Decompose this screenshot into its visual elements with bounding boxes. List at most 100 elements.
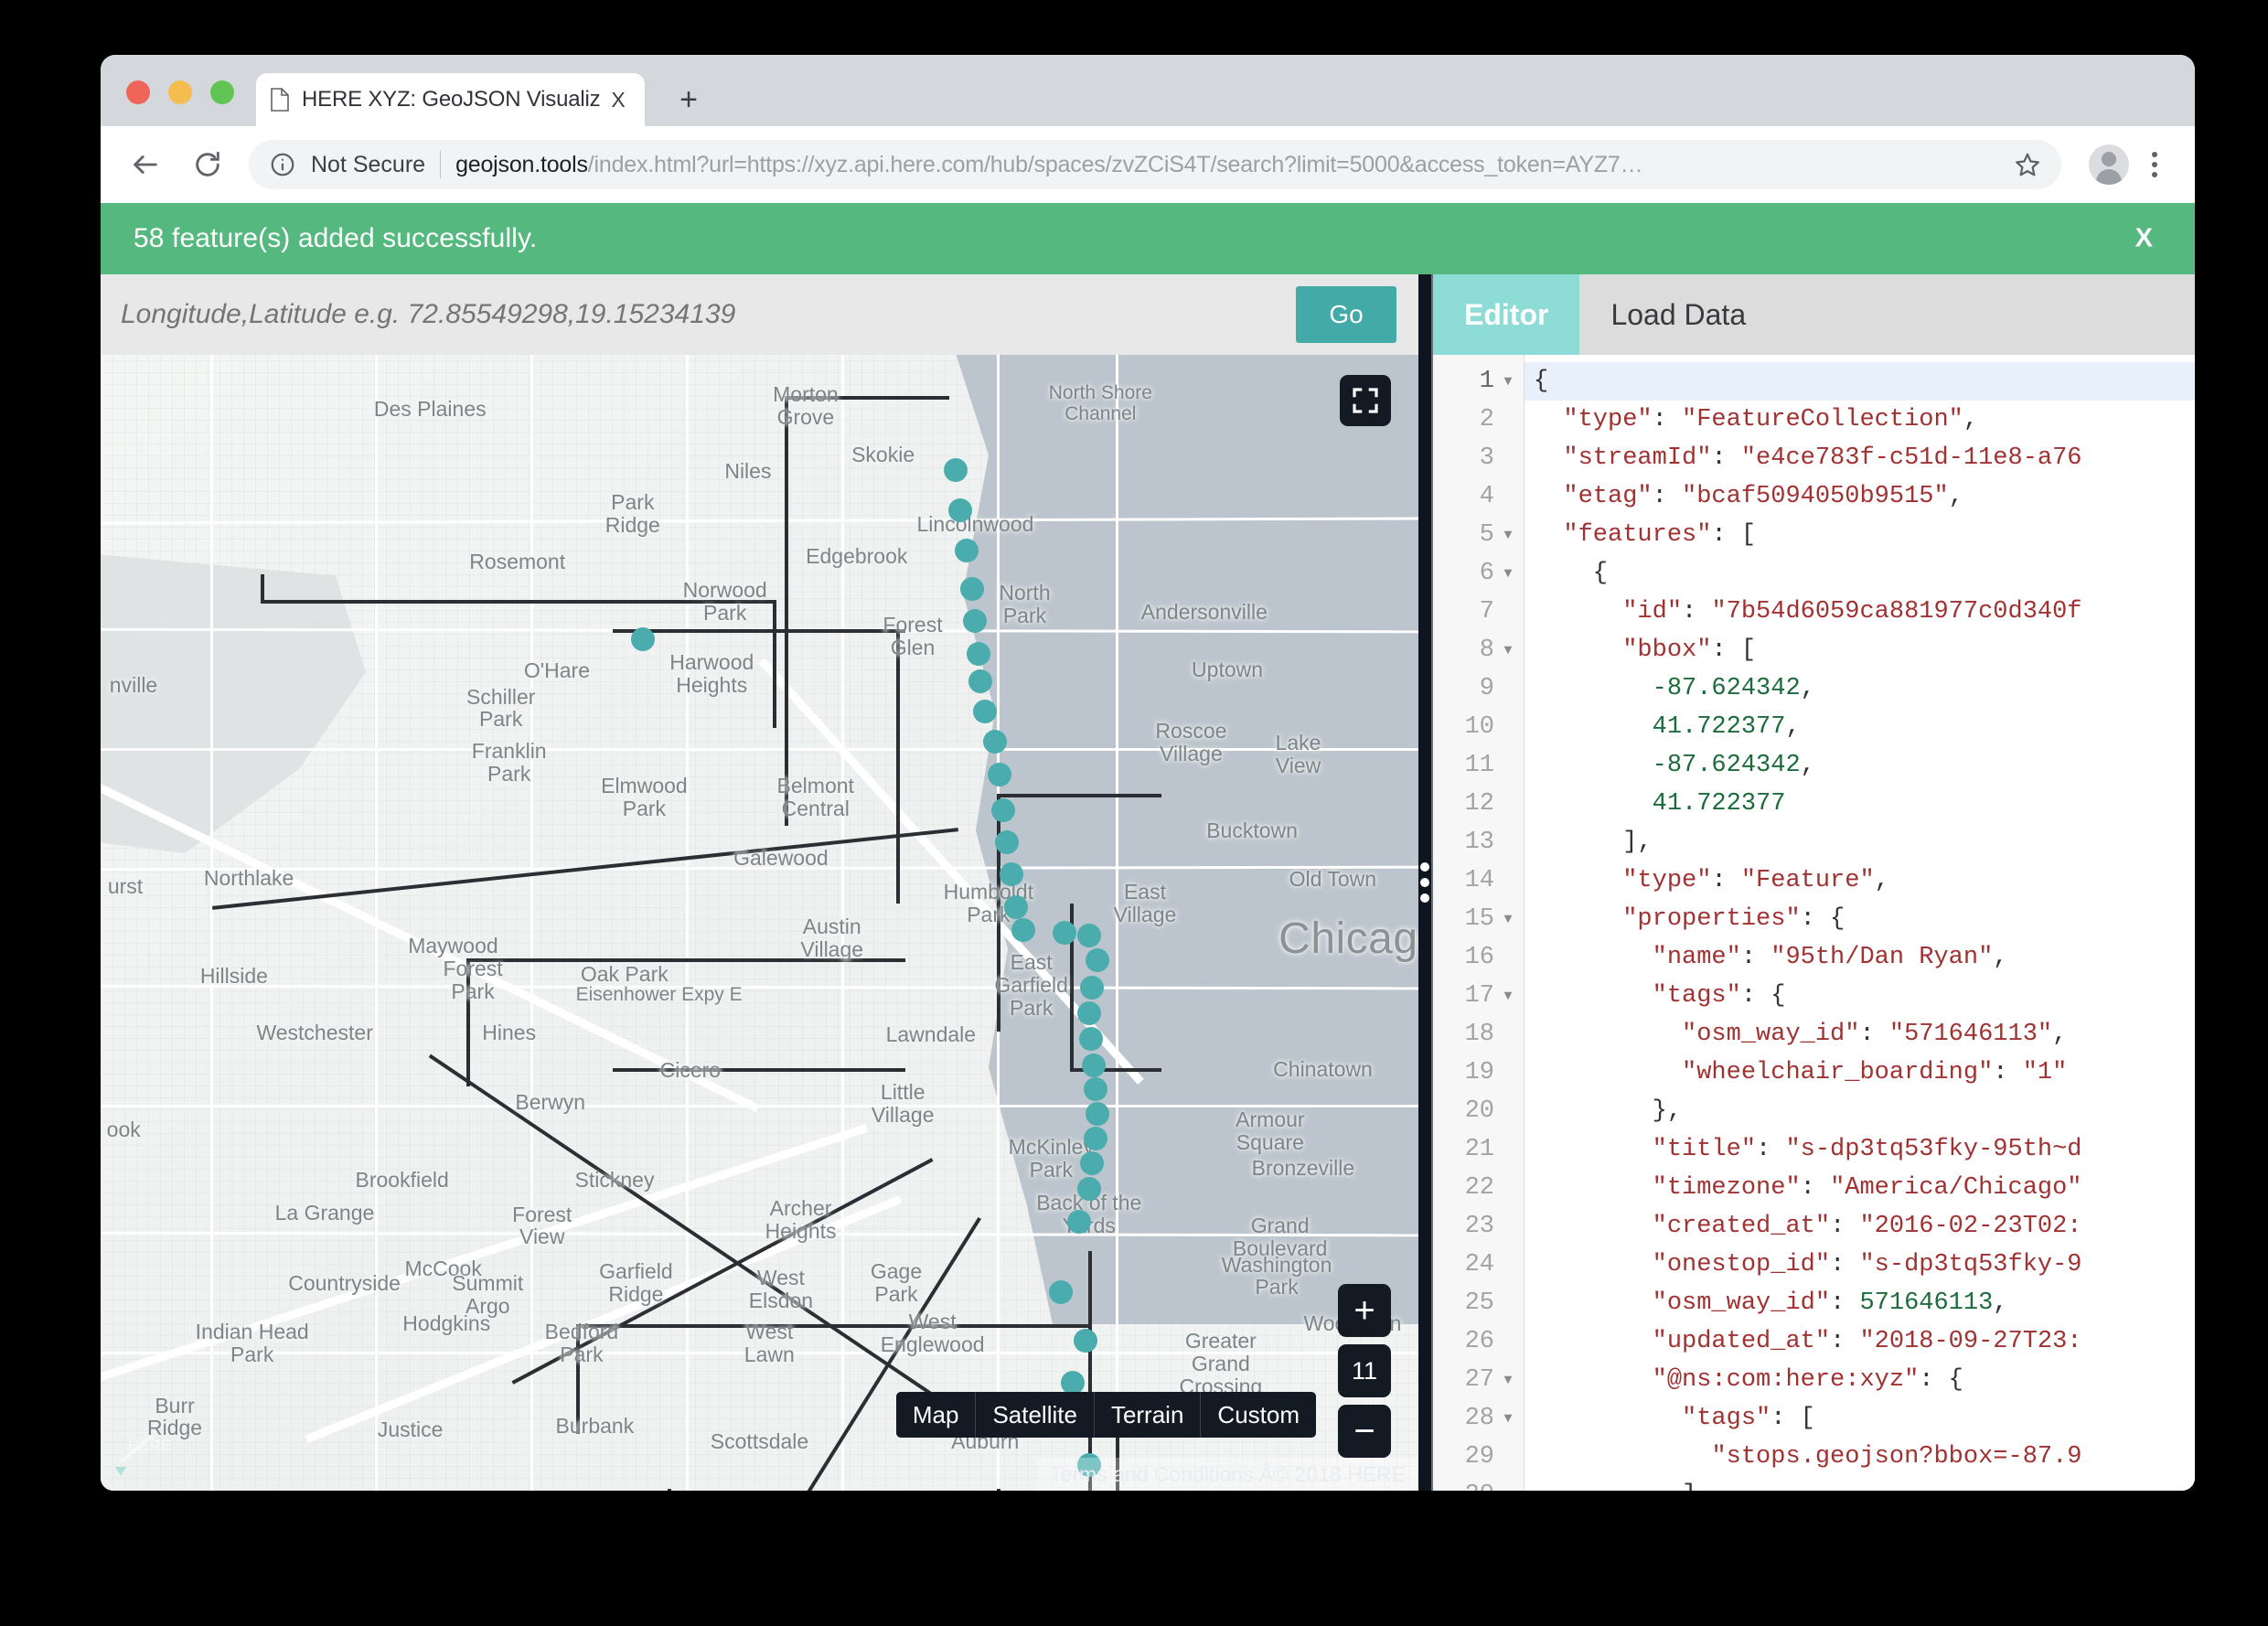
fullscreen-button[interactable] [1340, 375, 1391, 426]
fold-toggle-icon[interactable]: ▼ [1498, 374, 1518, 390]
map-feature-marker[interactable] [955, 538, 979, 562]
map-feature-marker[interactable] [991, 798, 1016, 823]
map-feature-marker[interactable] [959, 577, 984, 602]
code-line[interactable]: "osm_way_id": 571646113, [1524, 1284, 2195, 1322]
code-line[interactable]: { [1524, 554, 2195, 593]
code-line[interactable]: "tags": { [1524, 977, 2195, 1015]
code-line[interactable]: -87.624342, [1524, 746, 2195, 785]
maptype-button-map[interactable]: Map [896, 1392, 977, 1438]
map-feature-marker[interactable] [967, 642, 991, 666]
map-attribution[interactable]: Terms and Conditions Â© 2018 HERE [1037, 1458, 1418, 1491]
code-line[interactable]: "timezone": "America/Chicago" [1524, 1169, 2195, 1207]
code-line[interactable]: "stops.geojson?bbox=-87.9 [1524, 1438, 2195, 1476]
splitter-drag-handle[interactable] [1420, 862, 1429, 903]
json-code-editor[interactable]: 1 ▼ 2 3 4 5 ▼ 6 ▼ 7 8 ▼ 9 10 11 12 13 14 15 ▼ 16 17 ▼ 18 19 20 21 2… [1433, 355, 2195, 1491]
code-line[interactable]: "osm_way_id": "571646113", [1524, 1015, 2195, 1054]
maximize-window-button[interactable] [210, 80, 234, 104]
map-feature-marker[interactable] [1000, 861, 1024, 886]
map-feature-marker[interactable] [1049, 1280, 1074, 1305]
code-line[interactable]: ], [1524, 823, 2195, 861]
zoom-in-button[interactable]: + [1338, 1284, 1391, 1337]
map-feature-marker[interactable] [1004, 894, 1029, 919]
profile-avatar[interactable] [2089, 144, 2129, 185]
code-line[interactable]: "features": [ [1524, 516, 2195, 554]
map-feature-marker[interactable] [1083, 1077, 1107, 1102]
pane-splitter[interactable] [1418, 274, 1433, 1491]
map-feature-marker[interactable] [1066, 1210, 1091, 1234]
map-feature-marker[interactable] [1078, 1027, 1103, 1052]
map-feature-marker[interactable] [1076, 1001, 1101, 1026]
code-line[interactable]: 41.722377 [1524, 785, 2195, 823]
map-feature-marker[interactable] [948, 497, 973, 522]
code-line[interactable]: "properties": { [1524, 900, 2195, 938]
code-line[interactable]: "created_at": "2016-02-23T02: [1524, 1207, 2195, 1246]
map-feature-marker[interactable] [1076, 1176, 1101, 1201]
fold-toggle-icon[interactable]: ▼ [1498, 1373, 1518, 1388]
fold-toggle-icon[interactable]: ▼ [1498, 1411, 1518, 1427]
map-feature-marker[interactable] [1052, 921, 1076, 945]
map-feature-marker[interactable] [1076, 924, 1101, 948]
fold-toggle-icon[interactable]: ▼ [1498, 912, 1518, 927]
bookmark-star-icon[interactable] [2014, 151, 2041, 178]
code-line[interactable]: "etag": "bcaf5094050b9515", [1524, 477, 2195, 516]
code-line[interactable]: 41.722377, [1524, 708, 2195, 746]
code-line[interactable]: "tags": [ [1524, 1399, 2195, 1438]
info-circle-icon[interactable] [269, 151, 296, 178]
map-feature-marker[interactable] [988, 763, 1012, 787]
map-feature-marker[interactable] [1011, 917, 1035, 942]
fold-toggle-icon[interactable]: ▼ [1498, 989, 1518, 1004]
map-feature-marker[interactable] [630, 627, 655, 652]
coordinate-search-input[interactable] [121, 287, 1285, 342]
minimize-window-button[interactable] [168, 80, 192, 104]
code-line[interactable]: ], [1524, 1476, 2195, 1491]
map-feature-marker[interactable] [1085, 947, 1109, 972]
code-line[interactable]: "@ns:com:here:xyz": { [1524, 1361, 2195, 1399]
fold-toggle-icon[interactable]: ▼ [1498, 643, 1518, 658]
map-feature-marker[interactable] [1085, 1102, 1109, 1127]
map-feature-marker[interactable] [1083, 1126, 1107, 1150]
map-feature-marker[interactable] [1080, 1150, 1105, 1175]
back-button[interactable] [124, 144, 166, 186]
fold-toggle-icon[interactable]: ▼ [1498, 566, 1518, 582]
map-feature-marker[interactable] [1074, 1329, 1098, 1353]
code-line[interactable]: "updated_at": "2018-09-27T23: [1524, 1322, 2195, 1361]
go-button[interactable]: Go [1296, 286, 1396, 343]
map-feature-marker[interactable] [973, 699, 998, 723]
code-line[interactable]: "title": "s-dp3tq53fky-95th~d [1524, 1130, 2195, 1169]
map-feature-marker[interactable] [994, 829, 1019, 854]
code-line[interactable]: { [1524, 362, 2195, 401]
map-feature-marker[interactable] [983, 729, 1008, 754]
editor-tab-editor[interactable]: Editor [1433, 274, 1580, 355]
close-tab-button[interactable]: X [606, 88, 630, 112]
code-line[interactable]: "streamId": "e4ce783f-c51d-11e8-a76 [1524, 439, 2195, 477]
map-feature-marker[interactable] [963, 608, 988, 633]
map-feature-marker[interactable] [943, 457, 968, 482]
browser-tab[interactable]: HERE XYZ: GeoJSON Visualizer X [256, 73, 645, 126]
code-line[interactable]: "name": "95th/Dan Ryan", [1524, 938, 2195, 977]
map-feature-marker[interactable] [1080, 975, 1105, 1000]
map-feature-marker[interactable] [1082, 1053, 1107, 1077]
reload-button[interactable] [187, 144, 229, 186]
maptype-button-satellite[interactable]: Satellite [976, 1392, 1095, 1438]
code-line[interactable]: "wheelchair_boarding": "1" [1524, 1054, 2195, 1092]
code-line[interactable]: "id": "7b54d6059ca881977c0d340f [1524, 593, 2195, 631]
map-canvas[interactable]: Des Plaines Morton Grove Niles Skokie North … [101, 355, 1418, 1491]
address-bar[interactable]: Not Secure geojson.tools/index.html?url=… [249, 140, 2061, 189]
maptype-button-custom[interactable]: Custom [1201, 1392, 1316, 1438]
code-line[interactable]: }, [1524, 1092, 2195, 1130]
code-line[interactable]: -87.624342, [1524, 669, 2195, 708]
new-tab-button[interactable]: + [672, 84, 705, 117]
notification-close-button[interactable]: X [2135, 224, 2153, 254]
map-feature-marker[interactable] [968, 669, 992, 693]
code-lines[interactable]: { "type": "FeatureCollection", "streamId… [1524, 355, 2195, 1491]
maptype-button-terrain[interactable]: Terrain [1095, 1392, 1202, 1438]
code-line[interactable]: "onestop_id": "s-dp3tq53fky-9 [1524, 1246, 2195, 1284]
fold-toggle-icon[interactable]: ▼ [1498, 528, 1518, 543]
browser-menu-button[interactable] [2138, 144, 2171, 185]
close-window-button[interactable] [126, 80, 150, 104]
code-line[interactable]: "bbox": [ [1524, 631, 2195, 669]
zoom-out-button[interactable]: − [1338, 1405, 1391, 1458]
code-line[interactable]: "type": "FeatureCollection", [1524, 401, 2195, 439]
editor-tab-load-data[interactable]: Load Data [1579, 274, 1777, 355]
code-line[interactable]: "type": "Feature", [1524, 861, 2195, 900]
